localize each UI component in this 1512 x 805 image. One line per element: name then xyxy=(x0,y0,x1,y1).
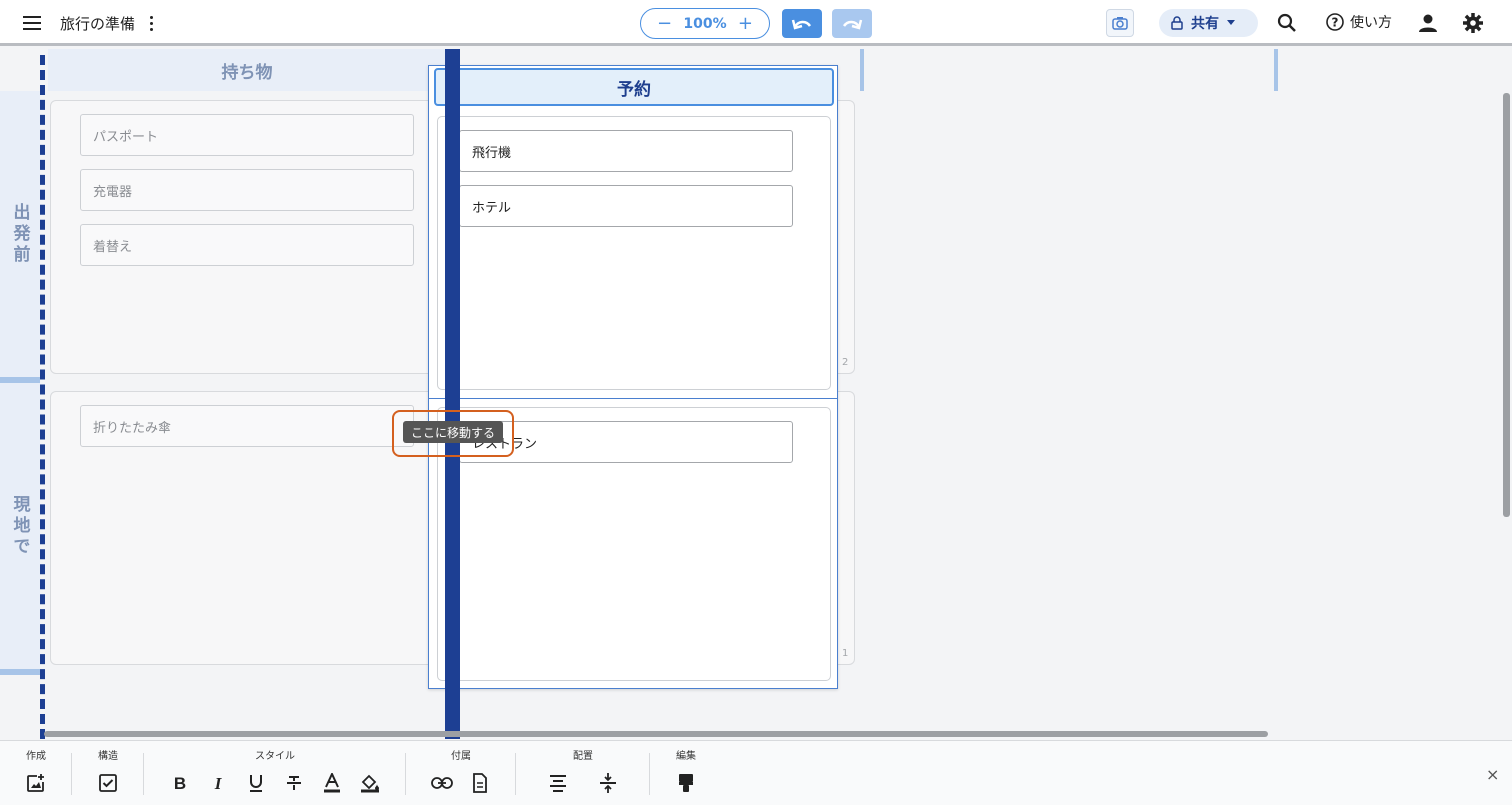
zoom-level: 100% xyxy=(683,15,727,32)
strikethrough-icon xyxy=(287,776,301,790)
strikethrough-button[interactable] xyxy=(282,771,306,795)
svg-text:I: I xyxy=(214,774,223,792)
card-count: 1 xyxy=(842,648,849,659)
person-icon xyxy=(1419,14,1437,32)
more-options-icon[interactable] xyxy=(145,13,159,33)
text-color-button[interactable] xyxy=(320,771,344,795)
vertical-scrollbar[interactable] xyxy=(1503,93,1510,517)
horizontal-scrollbar[interactable] xyxy=(44,731,1268,737)
bold-button[interactable]: B xyxy=(168,771,192,795)
camera-icon xyxy=(1112,17,1128,30)
vertical-align-button[interactable] xyxy=(596,771,620,795)
toolbar-separator xyxy=(649,753,650,795)
help-button[interactable]: ? 使い方 xyxy=(1326,12,1392,32)
zoom-control: − 100% + xyxy=(640,8,770,39)
link-button[interactable] xyxy=(430,771,454,795)
toolbar-separator xyxy=(405,753,406,795)
caret-down-icon xyxy=(1227,20,1235,25)
bold-icon: B xyxy=(174,774,186,792)
paint-bucket-icon xyxy=(361,774,379,793)
group-label-structure: 構造 xyxy=(98,751,118,762)
format-painter-button[interactable] xyxy=(674,771,698,795)
row-separator xyxy=(0,669,40,675)
group-label-attachment: 付属 xyxy=(451,751,471,762)
format-painter-icon xyxy=(679,774,693,792)
lock-icon xyxy=(1171,16,1183,30)
close-toolbar-button[interactable]: × xyxy=(1486,765,1499,784)
card-umbrella[interactable]: 折りたたみ傘 xyxy=(80,405,414,447)
undo-icon xyxy=(791,19,812,30)
gear-icon xyxy=(1463,13,1483,33)
card-charger[interactable]: 充電器 xyxy=(80,169,414,211)
add-image-icon xyxy=(27,774,44,792)
card-passport[interactable]: パスポート xyxy=(80,114,414,156)
help-icon: ? xyxy=(1326,13,1344,31)
settings-button[interactable] xyxy=(1462,12,1484,34)
drop-indicator-line xyxy=(40,55,45,739)
redo-icon xyxy=(842,19,863,30)
undo-button[interactable] xyxy=(782,9,822,38)
document-icon xyxy=(473,773,487,793)
card-count: 2 xyxy=(842,357,849,368)
panel-row-divider xyxy=(429,398,837,399)
bottom-toolbar: 作成 構造 スタイル B I 付属 配置 編集 × xyxy=(0,740,1512,805)
menu-icon[interactable] xyxy=(20,12,44,34)
zoom-in-button[interactable]: + xyxy=(738,13,753,34)
align-center-button[interactable] xyxy=(546,771,570,795)
board-title[interactable]: 旅行の準備 xyxy=(60,13,135,34)
share-label: 共有 xyxy=(1191,16,1219,32)
column-header[interactable]: 持ち物 xyxy=(48,49,446,91)
help-label: 使い方 xyxy=(1350,15,1392,31)
row-header-before[interactable]: 出発前 xyxy=(0,91,40,377)
vertical-center-icon xyxy=(600,773,616,793)
fill-color-button[interactable] xyxy=(358,771,382,795)
column-edge-marker xyxy=(1274,49,1278,91)
group-label-edit: 編集 xyxy=(676,751,696,762)
row-header-onsite[interactable]: 現地で xyxy=(0,383,40,669)
document-button[interactable] xyxy=(468,771,492,795)
board-canvas[interactable]: 持ち物 出発前 現地で 2 1 パスポート 充電器 着替え 折りたたみ傘 予約 … xyxy=(0,49,1512,739)
tooltip-highlight-box xyxy=(392,410,514,457)
text-color-icon xyxy=(324,773,340,793)
italic-icon: I xyxy=(214,774,223,792)
italic-button[interactable]: I xyxy=(206,771,230,795)
align-center-icon xyxy=(550,775,566,792)
screenshot-button[interactable] xyxy=(1106,9,1134,37)
group-label-arrange: 配置 xyxy=(573,751,593,762)
group-label-style: スタイル xyxy=(255,751,295,762)
column-edge-marker xyxy=(860,49,864,91)
group-label-create: 作成 xyxy=(26,751,46,762)
dragged-column-panel[interactable]: 予約 飛行機 ホテル レストラン xyxy=(428,65,838,689)
checkbox-button[interactable] xyxy=(96,771,120,795)
card-clothes[interactable]: 着替え xyxy=(80,224,414,266)
svg-text:?: ? xyxy=(1332,16,1339,30)
search-button[interactable] xyxy=(1276,12,1298,34)
card-flight[interactable]: 飛行機 xyxy=(459,130,793,172)
account-button[interactable] xyxy=(1417,12,1439,34)
toolbar-separator xyxy=(71,753,72,795)
redo-button[interactable] xyxy=(832,9,872,38)
zoom-out-button[interactable]: − xyxy=(657,13,672,34)
drop-target-bar xyxy=(445,49,460,739)
share-button[interactable]: 共有 xyxy=(1159,9,1258,37)
toolbar-separator xyxy=(143,753,144,795)
add-card-button[interactable] xyxy=(24,771,48,795)
search-icon xyxy=(1277,13,1296,32)
checkbox-icon xyxy=(99,774,117,792)
panel-title[interactable]: 予約 xyxy=(434,68,834,106)
canvas-empty-area xyxy=(864,49,1274,739)
top-bar: 旅行の準備 − 100% + 共有 ? 使い方 xyxy=(0,0,1512,46)
svg-text:B: B xyxy=(174,774,186,792)
toolbar-separator xyxy=(515,753,516,795)
link-icon xyxy=(431,777,453,789)
underline-button[interactable] xyxy=(244,771,268,795)
card-hotel[interactable]: ホテル xyxy=(459,185,793,227)
underline-icon xyxy=(250,775,262,792)
